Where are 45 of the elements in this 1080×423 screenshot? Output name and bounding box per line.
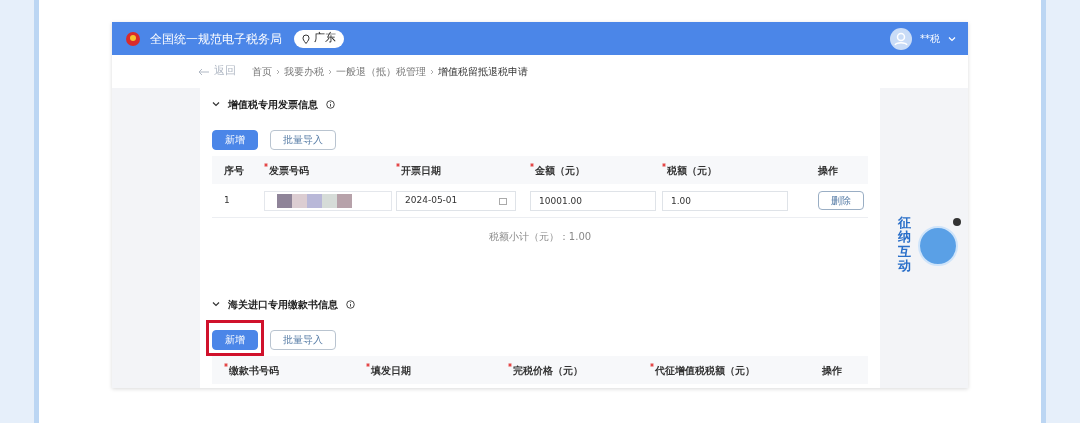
calendar-icon bbox=[499, 196, 507, 205]
section-title: 增值税专用发票信息 bbox=[228, 97, 318, 112]
info-icon bbox=[326, 99, 335, 109]
tax-subtotal: 税额小计（元）：1.00 bbox=[488, 229, 592, 244]
collapse-chevron-icon[interactable] bbox=[212, 301, 220, 307]
breadcrumb-separator-icon bbox=[430, 68, 434, 75]
column-header: 缴款书号码 bbox=[229, 363, 279, 378]
redacted-field[interactable] bbox=[264, 190, 392, 211]
import-button[interactable]: 批量导入 bbox=[270, 130, 336, 150]
date-field[interactable]: 2024-05-01 bbox=[396, 190, 516, 211]
info-icon bbox=[346, 299, 355, 309]
column-header: 序号 bbox=[224, 163, 244, 178]
dropdown-caret-icon[interactable] bbox=[948, 35, 956, 42]
section-title: 海关进口专用缴款书信息 bbox=[228, 297, 338, 312]
column-header: 税额（元） bbox=[667, 163, 717, 178]
assistant-widget[interactable]: 征纳互动 bbox=[898, 216, 960, 272]
breadcrumb-item[interactable]: 一般退（抵）税管理 bbox=[336, 64, 426, 79]
location-pin-icon bbox=[302, 33, 310, 44]
breadcrumb-item[interactable]: 我要办税 bbox=[284, 64, 324, 79]
table-cell-text: 1 bbox=[224, 193, 231, 207]
site-title: 全国统一规范电子税务局 bbox=[150, 30, 282, 48]
region-selector[interactable]: 广东 bbox=[294, 29, 344, 48]
column-header: 完税价格（元） bbox=[513, 363, 583, 378]
tax-field[interactable]: 1.00 bbox=[662, 190, 788, 211]
breadcrumb-item[interactable]: 首页 bbox=[252, 64, 272, 79]
back-arrow-icon[interactable] bbox=[198, 67, 210, 76]
user-avatar-icon[interactable] bbox=[890, 27, 912, 50]
column-header: 金额（元） bbox=[535, 163, 585, 178]
breadcrumb-item: 增值税留抵退税申请 bbox=[438, 65, 528, 79]
add-button[interactable]: 新增 bbox=[212, 130, 258, 150]
import-button[interactable]: 批量导入 bbox=[270, 330, 336, 350]
delete-button[interactable]: 删除 bbox=[818, 191, 864, 210]
breadcrumb-separator-icon bbox=[328, 68, 332, 75]
user-name[interactable]: **税 bbox=[920, 31, 940, 46]
column-header: 操作 bbox=[822, 363, 842, 378]
add-button[interactable]: 新增 bbox=[212, 330, 258, 350]
column-header: 填发日期 bbox=[371, 363, 411, 378]
amount-field[interactable]: 10001.00 bbox=[530, 190, 656, 211]
column-header: 操作 bbox=[818, 163, 838, 178]
collapse-chevron-icon[interactable] bbox=[212, 101, 220, 107]
column-header: 代征增值税税额（元） bbox=[655, 363, 755, 378]
emblem-icon bbox=[124, 29, 142, 48]
column-header: 开票日期 bbox=[401, 163, 441, 178]
column-header: 发票号码 bbox=[269, 163, 309, 178]
breadcrumb-separator-icon bbox=[276, 68, 280, 75]
